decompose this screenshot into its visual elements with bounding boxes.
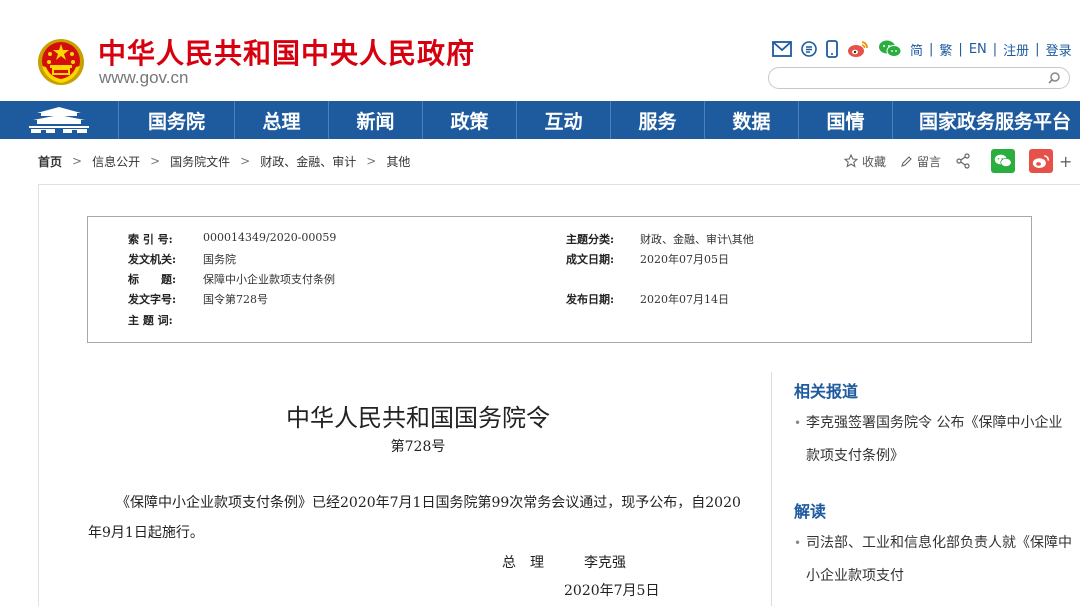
interpretation-link[interactable]: • 司法部、工业和信息化部负责人就《保障中小企业款项支付 [794, 527, 1074, 593]
lang-simplified-link[interactable]: 简 [910, 40, 923, 59]
tiananmen-logo-icon[interactable] [0, 101, 118, 139]
category-label: 主题分类: [566, 233, 615, 246]
doc-number-value: 国令第728号 [203, 293, 268, 306]
interpretation-heading: 解读 [794, 502, 827, 521]
site-title[interactable]: 中华人民共和国中央人民政府 [98, 32, 475, 72]
lang-english-link[interactable]: EN [969, 42, 987, 57]
breadcrumb: 首页 > 信息公开 > 国务院文件 > 财政、金融、审计 > 其他 [38, 152, 410, 170]
written-date-value: 2020年07月05日 [640, 253, 729, 266]
title-value: 保障中小企业款项支付条例 [203, 273, 335, 286]
toolbar-separator: | [1035, 41, 1040, 57]
weibo-icon [1032, 154, 1050, 168]
index-value: 000014349/2020-00059 [203, 231, 337, 244]
nav-item-services[interactable]: 服务 [610, 101, 704, 139]
favorite-button[interactable]: 收藏 [844, 153, 886, 170]
search-box [768, 67, 1070, 89]
site-url[interactable]: www.gov.cn [99, 68, 188, 88]
site-header: 中华人民共和国中央人民政府 www.gov.cn 简 | 繁 | EN | 注册… [0, 0, 1080, 101]
mail-icon[interactable] [772, 41, 792, 57]
written-date-label: 成文日期: [566, 253, 615, 266]
nav-item-interaction[interactable]: 互动 [516, 101, 610, 139]
weibo-icon[interactable] [847, 40, 869, 58]
comment-label: 留言 [917, 154, 942, 169]
breadcrumb-council-documents[interactable]: 国务院文件 [170, 153, 230, 170]
index-label: 索 引 号: [128, 233, 173, 246]
nav-item-national-conditions[interactable]: 国情 [798, 101, 892, 139]
nav-item-state-council[interactable]: 国务院 [118, 101, 234, 139]
signature-date: 2020年7月5日 [564, 583, 660, 599]
star-icon [844, 154, 858, 168]
nav-item-policy[interactable]: 政策 [422, 101, 516, 139]
header-toolbar: 简 | 繁 | EN | 注册 | 登录 [772, 38, 1072, 60]
lang-traditional-link[interactable]: 繁 [939, 40, 952, 59]
related-reports-heading: 相关报道 [794, 382, 859, 401]
list-bullet: • [794, 416, 802, 430]
document-number: 第728号 [390, 439, 446, 455]
signatory-title: 总 理 [502, 555, 544, 571]
breadcrumb-other[interactable]: 其他 [386, 153, 410, 170]
nav-item-news[interactable]: 新闻 [328, 101, 422, 139]
publish-date-label: 发布日期: [566, 293, 615, 306]
interpretation-text: 司法部、工业和信息化部负责人就《保障中小企业款项支付 [806, 535, 1072, 584]
share-toolbar: 收藏 留言 + [844, 148, 1072, 174]
main-nav: 国务院 总理 新闻 政策 互动 服务 数据 国情 国家政务服务平台 [0, 101, 1080, 139]
issuer-label: 发文机关: [128, 253, 177, 266]
breadcrumb-separator: > [150, 154, 161, 168]
article-body: 《保障中小企业款项支付条例》已经2020年7月1日国务院第99次常务会议通过，现… [88, 495, 741, 541]
nav-item-gov-services-platform[interactable]: 国家政务服务平台 [892, 101, 1080, 139]
comment-button[interactable]: 留言 [900, 153, 941, 170]
register-link[interactable]: 注册 [1003, 40, 1029, 59]
signatory-name: 李克强 [584, 555, 626, 571]
toolbar-separator: | [929, 41, 934, 57]
pencil-icon [901, 155, 912, 167]
breadcrumb-separator: > [72, 154, 83, 168]
search-input[interactable] [781, 70, 1041, 86]
login-link[interactable]: 登录 [1046, 40, 1072, 59]
page: 中华人民共和国中央人民政府 www.gov.cn 简 | 繁 | EN | 注册… [0, 0, 1080, 606]
wechat-icon [994, 154, 1012, 167]
document-metadata-table: 索 引 号: 000014349/2020-00059 主题分类: 财政、金融、… [87, 216, 1032, 343]
title-label: 标 题: [128, 273, 177, 286]
publish-date-value: 2020年07月14日 [640, 293, 729, 306]
nav-item-data[interactable]: 数据 [704, 101, 798, 139]
weibo-share-button[interactable] [1029, 149, 1054, 173]
breadcrumb-home[interactable]: 首页 [38, 153, 62, 170]
mobile-icon[interactable] [826, 40, 838, 58]
share-icon[interactable] [955, 153, 975, 169]
category-value: 财政、金融、审计\其他 [640, 233, 754, 246]
national-emblem-icon[interactable] [36, 36, 86, 88]
rss-icon[interactable] [801, 41, 817, 57]
document-title: 中华人民共和国国务院令 [286, 404, 550, 432]
search-icon[interactable] [1047, 71, 1061, 85]
toolbar-separator: | [992, 41, 998, 57]
breadcrumb-separator: > [240, 154, 251, 168]
list-bullet: • [794, 536, 802, 550]
breadcrumb-separator: > [366, 154, 377, 168]
keywords-label: 主 题 词: [128, 314, 173, 327]
breadcrumb-finance[interactable]: 财政、金融、审计 [260, 153, 356, 170]
favorite-label: 收藏 [862, 154, 887, 169]
wechat-icon[interactable] [878, 40, 902, 58]
more-share-button[interactable]: + [1059, 152, 1072, 171]
related-report-link[interactable]: • 李克强签署国务院令 公布《保障中小企业款项支付条例》 [794, 407, 1074, 473]
nav-item-premier[interactable]: 总理 [234, 101, 328, 139]
related-report-text: 李克强签署国务院令 公布《保障中小企业款项支付条例》 [806, 415, 1063, 464]
sidebar: 相关报道 • 李克强签署国务院令 公布《保障中小企业款项支付条例》 解读 • 司… [771, 372, 1080, 606]
toolbar-separator: | [958, 41, 963, 57]
issuer-value: 国务院 [203, 253, 236, 266]
doc-number-label: 发文字号: [128, 293, 177, 306]
breadcrumb-info-disclosure[interactable]: 信息公开 [92, 153, 140, 170]
wechat-share-button[interactable] [991, 149, 1016, 173]
